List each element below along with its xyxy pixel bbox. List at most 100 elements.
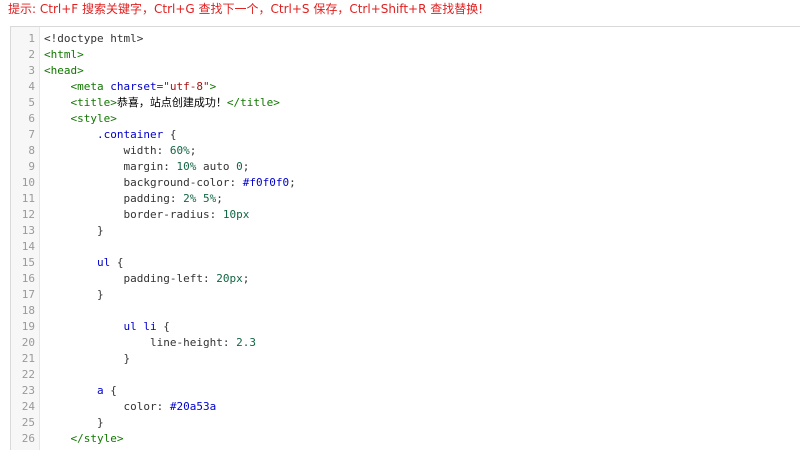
code-line[interactable]: 3 <head> [11,63,800,79]
code-token-tag: </title> [226,96,280,109]
code-token-prop: line-height [149,336,223,349]
editor-hint: 提示: Ctrl+F 搜索关键字，Ctrl+G 查找下一个，Ctrl+S 保存，… [8,2,484,16]
line-number: 19 [21,320,35,333]
line-number: 16 [21,272,35,285]
code-token-string: "utf-8" [163,80,210,93]
code-text: .container { [44,127,176,143]
code-line[interactable]: 16 padding-left: 20px; [11,271,800,287]
code-token-selector: ul [96,256,111,269]
code-line[interactable]: 15 ul { [11,255,800,271]
code-text: <meta charset="utf-8"> [44,79,217,95]
code-line[interactable]: 5 <title>恭喜，站点创建成功！</title> [11,95,800,111]
code-line[interactable]: 10 background-color: #f0f0f0; [11,175,800,191]
code-line[interactable]: 1 <!doctype html> [11,31,800,47]
line-number: 14 [21,240,35,253]
line-number: 18 [21,304,35,317]
code-token-number: 2.3 [236,336,256,349]
code-line[interactable]: 7 .container { [11,127,800,143]
code-token-plain: } [96,224,104,237]
code-token-plain: { [103,384,117,397]
code-line[interactable]: 21 } [11,351,800,367]
code-token-prop: padding-left [123,272,203,285]
code-line[interactable]: 18 [11,303,800,319]
code-token-number: 60% [169,144,190,157]
code-line[interactable]: 6 <style> [11,111,800,127]
code-token-color: #f0f0f0 [242,176,290,189]
code-token-number: 20px [216,272,243,285]
code-text: <title>恭喜，站点创建成功！</title> [44,95,280,111]
code-text: <head> [44,63,84,79]
code-text: } [44,415,104,431]
code-token-number: 10% [176,160,197,173]
code-text: line-height: 2.3 [44,335,256,351]
code-line[interactable]: 8 width: 60%; [11,143,800,159]
code-line[interactable]: 23 a { [11,383,800,399]
code-token-prop: width [123,144,157,157]
code-token-tag: <head> [44,64,84,77]
code-editor[interactable]: 1 <!doctype html> 2 <html> 3 <head> 4 <meta ch… [10,26,800,450]
code-line[interactable]: 20 line-height: 2.3 [11,335,800,351]
code-token-plain: ; [289,176,296,189]
code-text: <!doctype html> [44,31,143,47]
code-token-plain: : [202,272,217,285]
code-token-text: 恭喜，站点创建成功！ [116,96,227,109]
code-token-plain: : [156,144,170,157]
code-token-prop: margin [123,160,164,173]
line-number: 9 [28,160,35,173]
code-token-plain: : [163,160,177,173]
code-token-plain: auto [196,160,237,173]
code-token-prop: padding [123,192,170,205]
line-number: 10 [21,176,35,189]
code-token-attr: charset [110,80,157,93]
code-line[interactable]: 17 } [11,287,800,303]
code-token-plain: : [169,192,184,205]
code-token-plain: : [209,208,223,221]
line-number: 22 [21,368,35,381]
code-token-plain: } [96,416,104,429]
code-line[interactable]: 12 border-radius: 10px [11,207,800,223]
line-number: 17 [21,288,35,301]
code-line[interactable]: 2 <html> [11,47,800,63]
code-lines[interactable]: 1 <!doctype html> 2 <html> 3 <head> 4 <meta ch… [11,31,800,447]
code-text: padding: 2% 5%; [44,191,222,207]
code-token-plain: ; [242,160,250,173]
line-number: 24 [21,400,35,413]
code-token-plain: : [156,400,170,413]
code-line[interactable]: 24 color: #20a53a [11,399,800,415]
code-line[interactable]: 25 } [11,415,800,431]
code-text: } [44,223,104,239]
code-token-number: 0 [236,160,243,173]
code-token-plain: } [96,288,104,301]
code-line[interactable]: 11 padding: 2% 5%; [11,191,800,207]
code-text: <style> [44,111,117,127]
code-token-plain: ; [242,272,250,285]
code-text: margin: 10% auto 0; [44,159,249,175]
line-number: 4 [28,80,35,93]
code-text: background-color: #f0f0f0; [44,175,296,191]
line-number: 26 [21,432,35,445]
code-line[interactable]: 14 [11,239,800,255]
code-text: border-radius: 10px [44,207,249,223]
code-line[interactable]: 22 [11,367,800,383]
code-token-tag: <style> [70,112,117,125]
code-token-selector: ul li [123,320,157,333]
code-text: ul { [44,255,124,271]
code-line[interactable]: 13 } [11,223,800,239]
code-token-tag: <html> [44,48,84,61]
code-token-plain: { [163,128,177,141]
code-text: <html> [44,47,84,63]
line-number: 8 [28,144,35,157]
code-text: padding-left: 20px; [44,271,249,287]
code-text: } [44,287,104,303]
code-line[interactable]: 9 margin: 10% auto 0; [11,159,800,175]
code-token-tag: </style> [70,432,124,445]
code-token-plain: { [156,320,170,333]
code-token-tag: <title> [70,96,117,109]
code-token-selector: .container [96,128,164,141]
line-number: 25 [21,416,35,429]
code-line[interactable]: 26 </style> [11,431,800,447]
line-number: 23 [21,384,35,397]
code-line[interactable]: 4 <meta charset="utf-8"> [11,79,800,95]
code-line[interactable]: 19 ul li { [11,319,800,335]
line-number: 20 [21,336,35,349]
